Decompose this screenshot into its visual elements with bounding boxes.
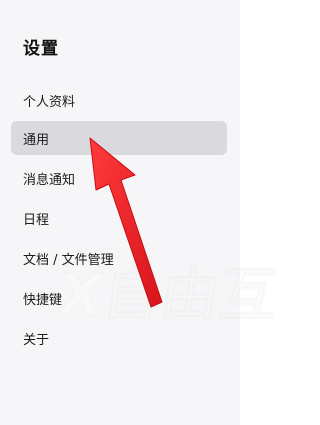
nav-item-label: 关于 [23,332,50,348]
nav-item-label: 文档 / 文件管理 [23,252,114,268]
nav-item-label: 个人资料 [23,94,76,110]
nav-item-schedule[interactable]: 日程 [11,201,227,235]
nav-item-label: 日程 [23,212,50,228]
nav-item-label: 消息通知 [23,172,76,188]
nav-item-about[interactable]: 关于 [11,321,227,355]
settings-content [240,0,276,425]
nav-item-docs-files[interactable]: 文档 / 文件管理 [11,241,227,275]
nav-item-notifications[interactable]: 消息通知 [11,161,227,195]
settings-sidebar: 设置 个人资料 通用 消息通知 日程 文档 / 文件管理 快捷键 关于 [0,0,240,425]
page-title: 设置 [23,39,59,59]
nav-item-shortcuts[interactable]: 快捷键 [11,281,227,315]
nav-item-label: 快捷键 [23,292,63,308]
nav-item-profile[interactable]: 个人资料 [11,83,227,117]
